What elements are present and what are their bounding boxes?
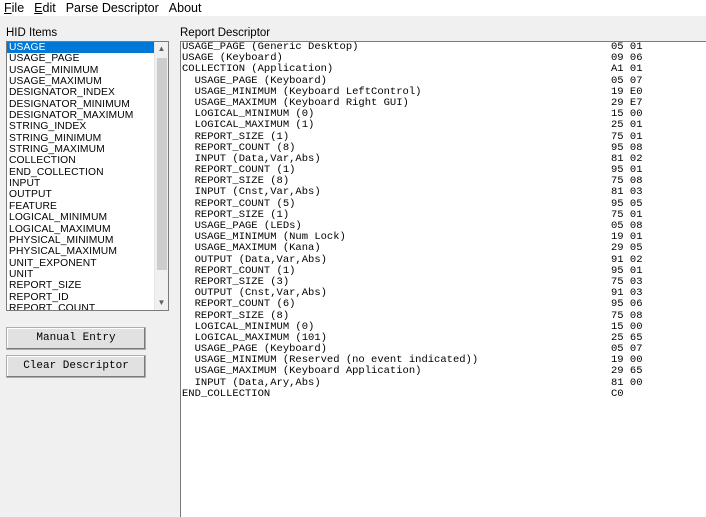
report-item-hex: C0 bbox=[611, 387, 624, 400]
report-item-hex: 29 65 bbox=[611, 365, 643, 378]
report-item-text: REPORT_COUNT (6) bbox=[182, 298, 296, 311]
hid-items-listbox[interactable]: USAGE USAGE_PAGE USAGE_MINIMUM USAGE_MAXIMU… bbox=[6, 41, 169, 311]
report-descriptor-content: USAGE_PAGE (Generic Desktop) 05 01 USAGE (… bbox=[181, 42, 706, 400]
report-row: USAGE_MAXIMUM (Kana) 29 05 bbox=[181, 243, 706, 254]
menu-parse-descriptor[interactable]: Parse Descriptor bbox=[66, 1, 159, 16]
hid-item-string-index[interactable]: STRING_INDEX bbox=[7, 121, 155, 132]
report-item-hex: 25 01 bbox=[611, 119, 643, 132]
report-row: USAGE_MAXIMUM (Keyboard Application) 29 6… bbox=[181, 366, 706, 377]
report-row: REPORT_SIZE (8) 75 08 bbox=[181, 310, 706, 322]
hid-items-label: HID Items bbox=[6, 27, 58, 39]
hid-item-string-maximum[interactable]: STRING_MAXIMUM bbox=[7, 144, 155, 155]
hid-items-list-content: USAGE USAGE_PAGE USAGE_MINIMUM USAGE_MAXIMU… bbox=[7, 42, 155, 310]
hid-items-scrollbar[interactable]: ▲ ▼ bbox=[154, 42, 168, 310]
report-row: REPORT_COUNT (6) 95 06 bbox=[181, 299, 706, 310]
hid-item-collection[interactable]: COLLECTION bbox=[7, 155, 155, 166]
scroll-up-icon[interactable]: ▲ bbox=[155, 42, 168, 56]
hid-item-report-size[interactable]: REPORT_SIZE bbox=[7, 280, 155, 291]
menu-edit[interactable]: Edit bbox=[34, 1, 56, 16]
report-row: LOGICAL_MAXIMUM (1) 25 01 bbox=[181, 120, 706, 131]
scroll-down-icon[interactable]: ▼ bbox=[155, 296, 168, 310]
menu-file-mnemonic: F bbox=[4, 0, 12, 15]
hid-item-physical-minimum[interactable]: PHYSICAL_MINIMUM bbox=[7, 235, 155, 246]
report-row: REPORT_SIZE (1) 75 01 bbox=[181, 131, 706, 143]
report-item-text: INPUT (Cnst,Var,Abs) bbox=[182, 186, 321, 199]
report-descriptor-textarea[interactable]: USAGE_PAGE (Generic Desktop) 05 01 USAGE (… bbox=[180, 41, 706, 517]
hid-item-logical-maximum[interactable]: LOGICAL_MAXIMUM bbox=[7, 224, 155, 235]
hid-item-feature[interactable]: FEATURE bbox=[7, 201, 155, 212]
clear-descriptor-button[interactable]: Clear Descriptor bbox=[6, 355, 146, 378]
report-descriptor-label: Report Descriptor bbox=[180, 27, 271, 39]
hid-item-designator-minimum[interactable]: DESIGNATOR_MINIMUM bbox=[7, 99, 155, 110]
report-row: COLLECTION (Application) A1 01 bbox=[181, 64, 706, 75]
report-item-hex: 29 05 bbox=[611, 242, 643, 255]
hid-item-usage-page[interactable]: USAGE_PAGE bbox=[7, 53, 155, 64]
hid-item-end-collection[interactable]: END_COLLECTION bbox=[7, 167, 155, 178]
report-item-text: END_COLLECTION bbox=[182, 387, 271, 400]
hid-item-unit-exponent[interactable]: UNIT_EXPONENT bbox=[7, 258, 155, 269]
hid-item-designator-index[interactable]: DESIGNATOR_INDEX bbox=[7, 87, 155, 98]
hid-item-report-count[interactable]: REPORT_COUNT bbox=[7, 303, 155, 310]
report-row: INPUT (Cnst,Var,Abs) 81 03 bbox=[181, 187, 706, 198]
hid-item-output[interactable]: OUTPUT bbox=[7, 189, 155, 200]
hid-item-designator-maximum[interactable]: DESIGNATOR_MAXIMUM bbox=[7, 110, 155, 121]
menu-file-rest: ile bbox=[11, 0, 25, 15]
menu-edit-rest: dit bbox=[42, 0, 56, 15]
menu-parse-descriptor-label: Parse Descriptor bbox=[65, 0, 159, 15]
report-item-hex: 81 03 bbox=[611, 186, 643, 199]
hid-item-logical-minimum[interactable]: LOGICAL_MINIMUM bbox=[7, 212, 155, 223]
menu-edit-mnemonic: E bbox=[34, 0, 43, 15]
report-item-text: LOGICAL_MAXIMUM (1) bbox=[182, 119, 315, 132]
hid-item-input[interactable]: INPUT bbox=[7, 178, 155, 189]
menu-bar: File Edit Parse Descriptor About bbox=[0, 0, 706, 16]
hid-item-report-id[interactable]: REPORT_ID bbox=[7, 292, 155, 303]
hid-item-unit[interactable]: UNIT bbox=[7, 269, 155, 280]
hid-item-usage-minimum[interactable]: USAGE_MINIMUM bbox=[7, 65, 155, 76]
report-item-text: USAGE_MAXIMUM (Keyboard Application) bbox=[182, 365, 422, 378]
report-item-text: USAGE_MAXIMUM (Kana) bbox=[182, 242, 321, 255]
menu-about[interactable]: About bbox=[169, 1, 202, 16]
hid-item-usage-maximum[interactable]: USAGE_MAXIMUM bbox=[7, 76, 155, 87]
hid-item-usage[interactable]: USAGE bbox=[7, 42, 155, 54]
report-item-text: COLLECTION (Application) bbox=[182, 63, 334, 76]
menu-about-label: About bbox=[168, 0, 202, 15]
report-item-hex: A1 01 bbox=[611, 63, 643, 76]
report-item-hex: 95 06 bbox=[611, 298, 643, 311]
menu-file[interactable]: File bbox=[4, 1, 24, 16]
report-row: END_COLLECTION C0 bbox=[181, 387, 706, 400]
hid-item-physical-maximum[interactable]: PHYSICAL_MAXIMUM bbox=[7, 246, 155, 257]
scroll-thumb[interactable] bbox=[157, 58, 167, 270]
manual-entry-button[interactable]: Manual Entry bbox=[6, 327, 146, 350]
hid-item-string-minimum[interactable]: STRING_MINIMUM bbox=[7, 133, 155, 144]
